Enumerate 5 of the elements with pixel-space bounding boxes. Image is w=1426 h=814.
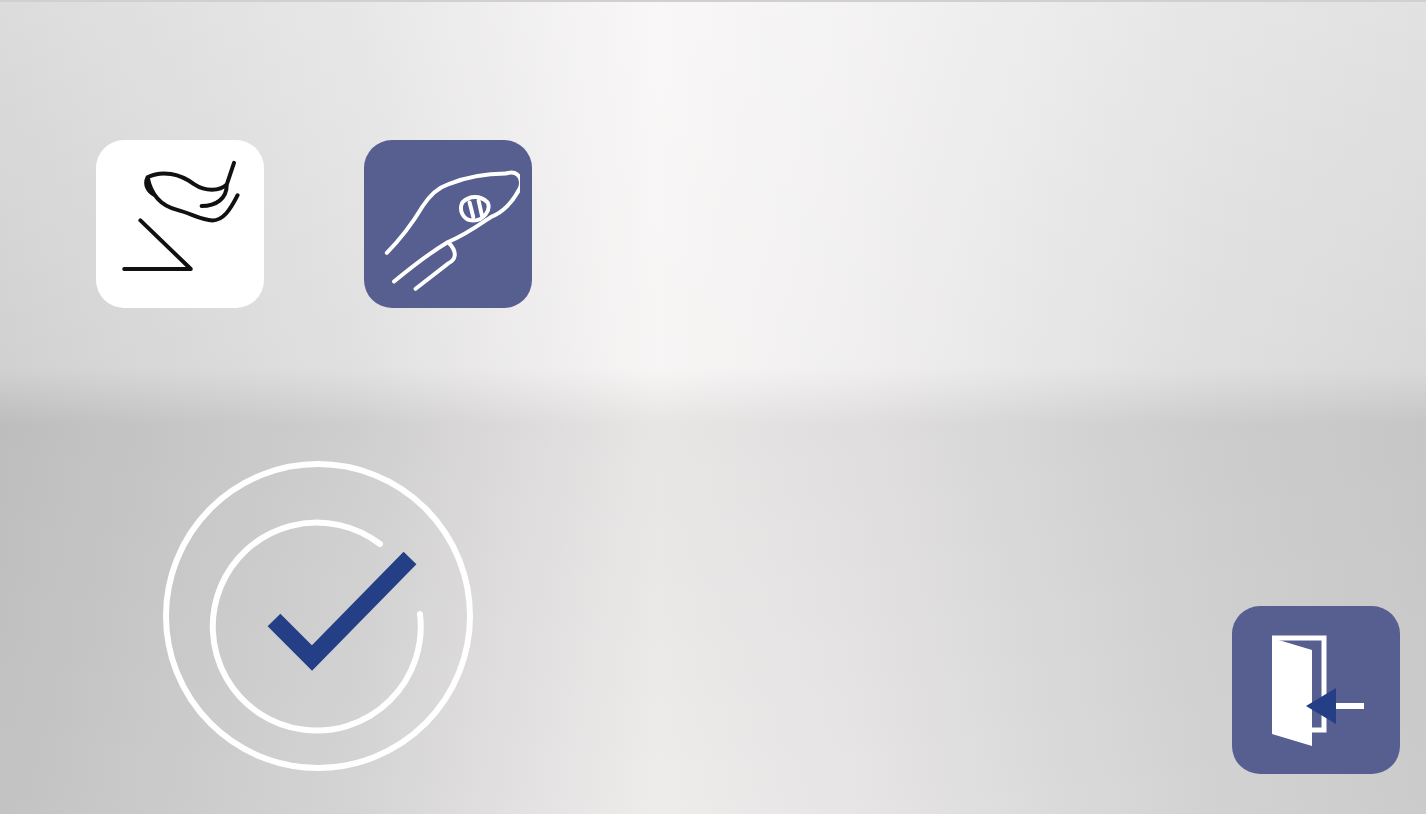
- mode-button[interactable]: [96, 140, 264, 308]
- confirm-button[interactable]: [160, 458, 476, 774]
- exit-button[interactable]: [1232, 606, 1400, 774]
- check-icon: [267, 551, 417, 671]
- mode-button[interactable]: [364, 140, 532, 308]
